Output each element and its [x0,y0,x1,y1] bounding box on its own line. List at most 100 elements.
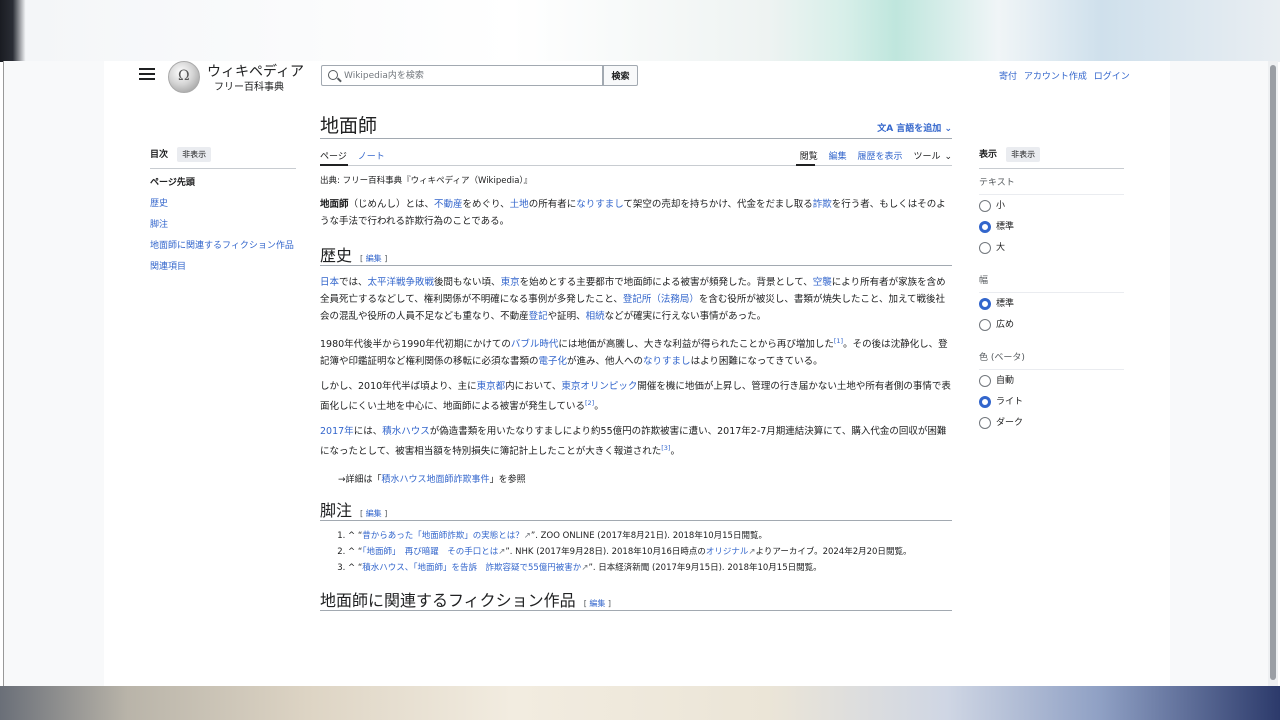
link-tokyo[interactable]: 東京 [501,277,520,288]
create-account-link[interactable]: アカウント作成 [1024,72,1087,82]
appearance-heading: 表示 [979,150,998,160]
link-pacific-war[interactable]: 太平洋戦争敗戦 [368,277,435,288]
divider [979,292,1124,293]
link-bubble-era[interactable]: バブル時代 [511,339,559,350]
toc-item-footnotes[interactable]: 脚注 [150,219,300,232]
language-icon: 文A [877,124,897,134]
vertical-scrollbar[interactable] [1268,61,1278,686]
search-icon [328,70,338,80]
link-impersonation[interactable]: なりすまし [576,199,623,210]
width-standard-radio[interactable]: 標準 [979,298,1124,319]
tab-talk[interactable]: ノート [358,152,385,162]
appearance-panel: 表示 非表示 テキスト 小 標準 大 幅 標準 広め 色 (ベータ) 自動 ライ… [979,147,1124,438]
ref-1[interactable]: [1] [834,337,843,345]
desktop-background-bottom [0,686,1280,720]
reference-item: ^ “「地面師」 再び暗躍 その手口とは↗”. NHK (2017年9月28日)… [348,545,952,559]
external-link-icon: ↗ [748,547,756,558]
link-sekisui-house[interactable]: 積水ハウス [382,426,430,437]
history-paragraph-4: 2017年には、積水ハウスが偽造書類を用いたなりすましにより約55億円の詐欺被害… [320,426,947,458]
divider [150,168,296,169]
divider [979,369,1124,370]
search-button[interactable]: 検索 [603,65,638,86]
appearance-hide-button[interactable]: 非表示 [1006,147,1041,162]
link-registry-office[interactable]: 登記所（法務局） [623,294,699,305]
text-size-large-radio[interactable]: 大 [979,242,1124,263]
history-paragraph-1: 日本では、太平洋戦争敗戦後間もない頃、東京を始めとする主要都市で地面師による被害… [320,277,946,322]
archive-original-link[interactable]: オリジナル [706,547,749,557]
reference-item: ^ “積水ハウス、「地面師」を告訴 詐欺容疑で55億円被害か↗”. 日本経済新聞… [348,561,952,575]
reference-item: ^ “昔からあった「地面師詐欺」の実態とは？↗”. ZOO ONLINE (20… [348,529,952,543]
chevron-down-icon: ⌄ [944,152,952,162]
tab-selected-indicator [796,164,815,166]
source-line: 出典: フリー百科事典『ウィキペディア（Wikipedia）』 [320,176,533,186]
article-content: 地面師 文A 言語を追加 ⌄ ページ ノート 閲覧 編集 履歴を表示 ツール ⌄ … [320,113,952,612]
width-label: 幅 [979,276,989,286]
link-impersonation-2[interactable]: なりすまし [643,356,691,367]
reference-link[interactable]: 積水ハウス、「地面師」を告訴 詐欺容疑で55億円被害か [362,563,581,573]
link-japan[interactable]: 日本 [320,277,339,288]
link-tokyo-metropolis[interactable]: 東京都 [477,381,506,392]
link-registration[interactable]: 登記 [529,311,548,322]
link-digitization[interactable]: 電子化 [539,356,568,367]
link-fraud[interactable]: 詐欺 [813,199,832,210]
ref-2[interactable]: [2] [585,399,594,407]
scrollbar-thumb[interactable] [1270,65,1276,680]
reference-list: ^ “昔からあった「地面師詐欺」の実態とは？↗”. ZOO ONLINE (20… [348,529,952,575]
section-footnotes-heading: 脚注[ 編集 ] [320,497,952,522]
link-land[interactable]: 土地 [510,199,529,210]
edit-section-link[interactable]: [ 編集 ] [584,599,611,608]
color-dark-radio[interactable]: ダーク [979,417,1124,438]
page-tabs: ページ ノート 閲覧 編集 履歴を表示 ツール ⌄ [320,139,952,166]
toc-item-related[interactable]: 関連項目 [150,261,300,274]
tab-tools[interactable]: ツール ⌄ [913,152,952,162]
link-sekisui-fraud-case[interactable]: 積水ハウス地面師詐欺事件 [382,475,490,485]
search-box[interactable] [321,65,603,86]
divider [979,194,1124,195]
donate-link[interactable]: 寄付 [999,72,1017,82]
edit-section-link[interactable]: [ 編集 ] [360,254,387,263]
external-link-icon: ↗ [523,531,531,542]
section-fiction-heading: 地面師に関連するフィクション作品[ 編集 ] [320,587,952,612]
desktop-background-top [0,0,1280,62]
search-input[interactable] [344,68,594,83]
tab-selected-indicator [320,164,348,166]
logo-tagline: フリー百科事典 [214,82,284,93]
color-auto-radio[interactable]: 自動 [979,375,1124,396]
chevron-down-icon: ⌄ [941,124,952,134]
link-real-estate[interactable]: 不動産 [434,199,463,210]
divider [979,168,1124,169]
history-paragraph-3: しかし、2010年代半ば頃より、主に東京都内において、東京オリンピック開催を機に… [320,381,951,413]
tab-edit[interactable]: 編集 [829,152,847,162]
reference-link[interactable]: 「地面師」 再び暗躍 その手口とは [362,547,498,557]
add-languages-button[interactable]: 文A 言語を追加 ⌄ [877,121,952,134]
toc-item-fiction[interactable]: 地面師に関連するフィクション作品 [150,240,300,253]
link-inheritance[interactable]: 相続 [586,311,605,322]
tab-read[interactable]: 閲覧 [800,152,818,162]
page-title: 地面師 [320,115,378,137]
toc-item-history[interactable]: 歴史 [150,198,300,211]
reference-link[interactable]: 昔からあった「地面師詐欺」の実態とは？ [362,531,524,541]
lead-paragraph: 地面師（じめんし）とは、不動産をめぐり、土地の所有者になりすまして架空の売却を持… [320,199,946,227]
tab-history[interactable]: 履歴を表示 [858,152,903,162]
history-paragraph-2: 1980年代後半から1990年代初期にかけてのバブル時代には地価が高騰し、大きな… [320,337,948,368]
edit-section-link[interactable]: [ 編集 ] [360,509,387,518]
toc-heading: 目次 [150,150,169,160]
link-tokyo-olympics[interactable]: 東京オリンピック [561,381,637,392]
wikipedia-logo-icon[interactable] [168,61,200,93]
width-wide-radio[interactable]: 広め [979,319,1124,340]
login-link[interactable]: ログイン [1094,72,1130,82]
tab-page[interactable]: ページ [320,152,347,162]
link-2017[interactable]: 2017年 [320,426,354,437]
text-size-standard-radio[interactable]: 標準 [979,221,1124,242]
toc-hide-button[interactable]: 非表示 [177,147,212,162]
color-label: 色 (ベータ) [979,353,1025,363]
text-size-small-radio[interactable]: 小 [979,200,1124,221]
link-air-raid[interactable]: 空襲 [813,277,832,288]
table-of-contents: 目次 非表示 ページ先頭 歴史 脚注 地面師に関連するフィクション作品 関連項目 [150,147,300,282]
toc-item-top[interactable]: ページ先頭 [150,177,300,190]
color-light-radio[interactable]: ライト [979,396,1124,417]
see-also-note: →詳細は「積水ハウス地面師詐欺事件」を参照 [338,475,526,486]
browser-window: ウィキペディア フリー百科事典 検索 寄付 アカウント作成 ログイン 目次 非表… [3,61,1278,686]
text-size-label: テキスト [979,178,1015,188]
main-menu-icon[interactable] [139,68,155,82]
